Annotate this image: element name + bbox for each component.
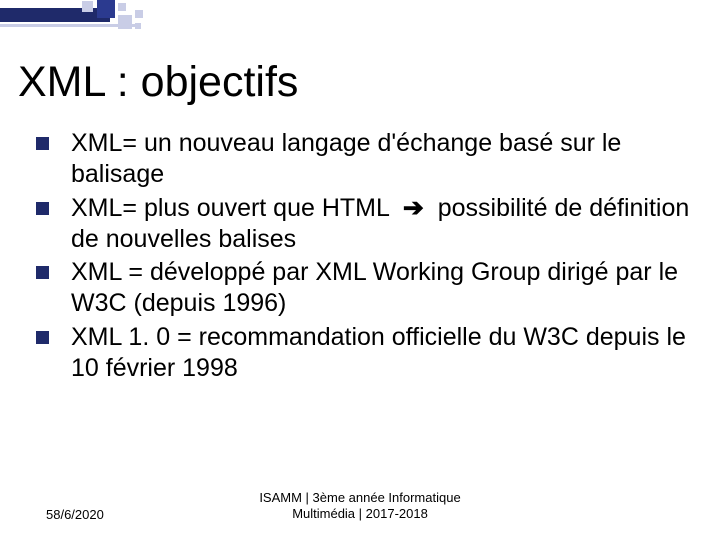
footer-date: 58/6/2020 — [46, 507, 104, 522]
square-bullet-icon — [36, 137, 49, 150]
list-item: XML= un nouveau langage d'échange basé s… — [32, 128, 696, 191]
slide-decoration — [0, 0, 720, 48]
list-item-text-part: XML= plus ouvert que HTML — [71, 194, 403, 222]
bullet-list: XML= un nouveau langage d'échange basé s… — [32, 128, 696, 386]
list-item-text: XML= un nouveau langage d'échange basé s… — [71, 128, 696, 191]
footer-line2: Multimédia | 2017-2018 — [292, 506, 428, 521]
square-bullet-icon — [36, 202, 49, 215]
list-item: XML = développé par XML Working Group di… — [32, 257, 696, 320]
square-bullet-icon — [36, 266, 49, 279]
list-item-text: XML 1. 0 = recommandation officielle du … — [71, 322, 696, 385]
list-item: XML= plus ouvert que HTML ➔ possibilité … — [32, 193, 696, 256]
arrow-right-icon: ➔ — [403, 194, 424, 222]
list-item-text: XML = développé par XML Working Group di… — [71, 257, 696, 320]
slide-title: XML : objectifs — [18, 58, 298, 107]
list-item-text: XML= plus ouvert que HTML ➔ possibilité … — [71, 193, 696, 256]
square-bullet-icon — [36, 331, 49, 344]
footer-center: ISAMM | 3ème année Informatique Multiméd… — [259, 490, 460, 523]
list-item: XML 1. 0 = recommandation officielle du … — [32, 322, 696, 385]
footer-line1: ISAMM | 3ème année Informatique — [259, 490, 460, 505]
